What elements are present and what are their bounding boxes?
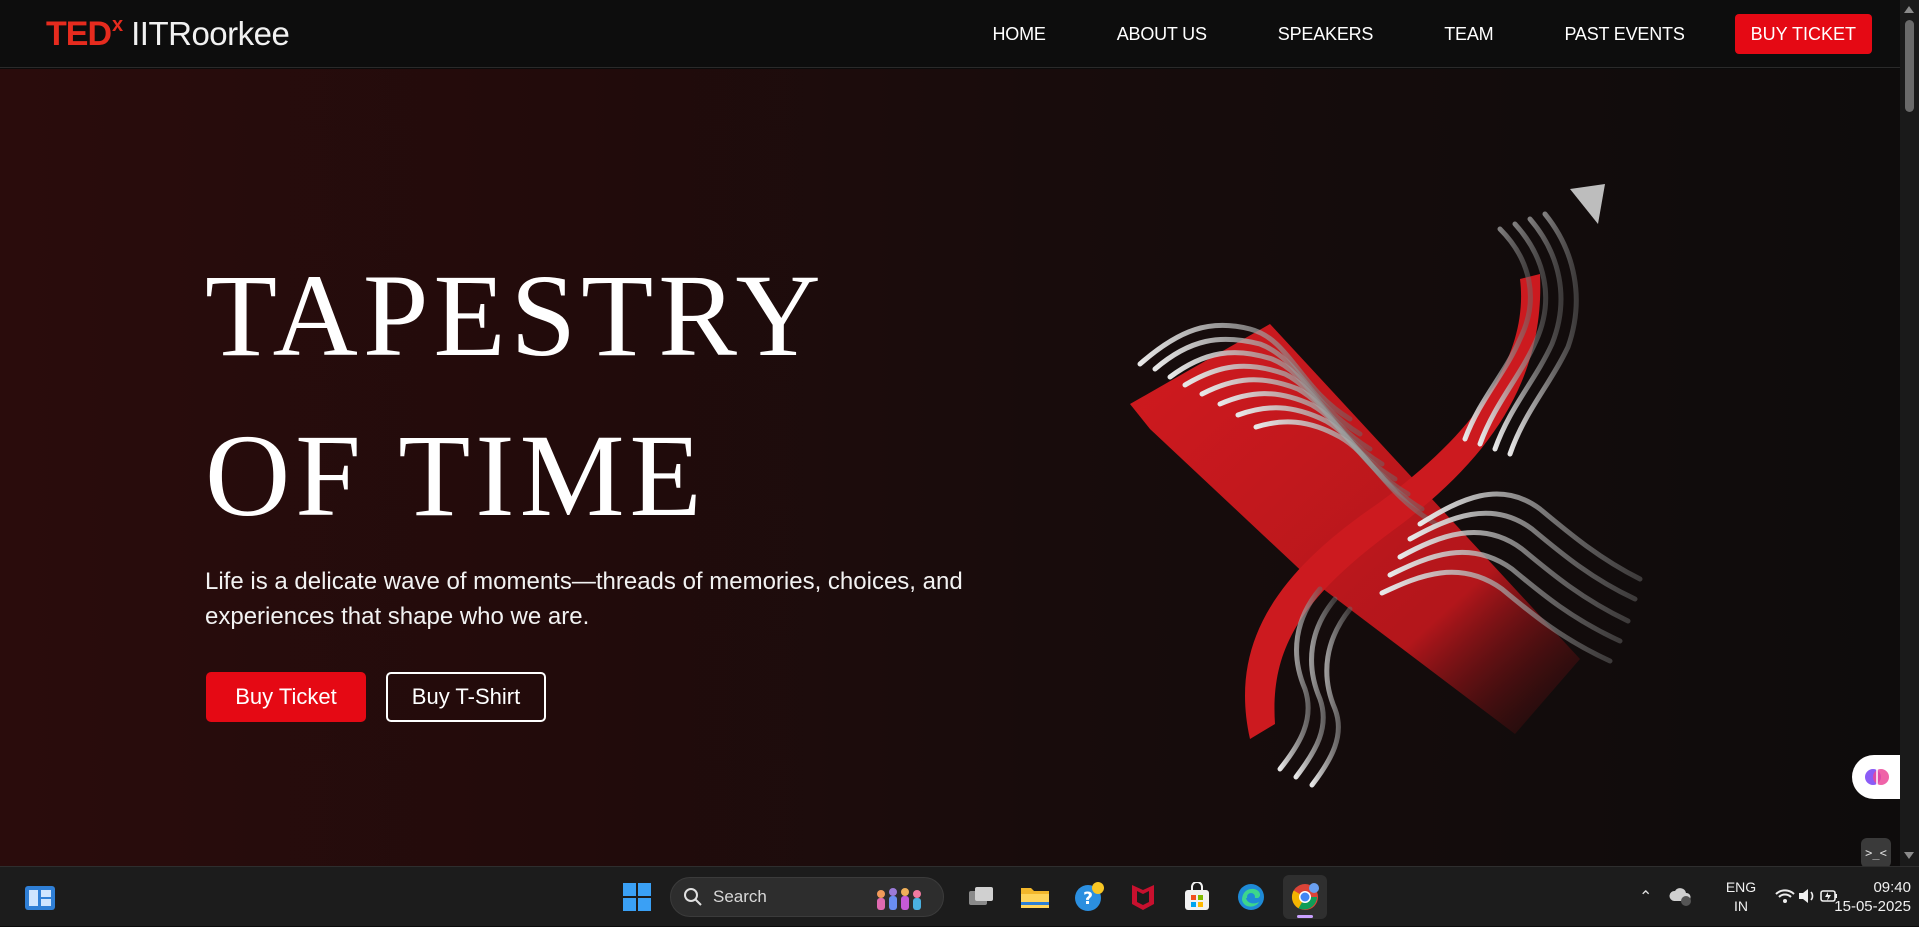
edge-icon[interactable] [1229, 875, 1273, 919]
scroll-down-arrow-icon[interactable] [1904, 852, 1914, 859]
svg-text:?: ? [1083, 889, 1093, 909]
mcafee-icon[interactable] [1121, 875, 1165, 919]
logo-ted: TED [46, 15, 112, 53]
ai-assistant-button[interactable] [1852, 755, 1900, 799]
buy-ticket-button[interactable]: Buy Ticket [206, 672, 366, 722]
clock-time: 09:40 [1873, 879, 1911, 896]
buy-tshirt-button[interactable]: Buy T-Shirt [386, 672, 546, 722]
logo-org: IITRoorkee [131, 15, 290, 52]
x-ribbon-artwork-icon [1130, 184, 1643, 788]
task-view-icon[interactable] [959, 875, 1003, 919]
search-icon [684, 888, 702, 906]
clock-date: 15-05-2025 [1834, 898, 1911, 915]
search-placeholder: Search [713, 887, 767, 906]
file-explorer-icon[interactable] [1013, 875, 1057, 919]
nav-team[interactable]: TEAM [1444, 24, 1493, 45]
language-line1: ENG [1725, 879, 1757, 895]
page-scrollbar[interactable] [1900, 0, 1919, 866]
get-help-icon[interactable]: ? [1067, 875, 1111, 919]
taskbar-center: Search ? [610, 867, 1332, 927]
wifi-icon [1775, 889, 1795, 903]
start-button[interactable] [615, 875, 659, 919]
nav-links: HOME ABOUT US SPEAKERS TEAM PAST EVENTS … [993, 0, 1872, 68]
language-line2: IN [1734, 898, 1748, 914]
top-navbar: TED x IITRoorkee HOME ABOUT US SPEAKERS … [0, 0, 1900, 68]
logo-x: x [112, 14, 124, 36]
volume-icon [1799, 889, 1814, 903]
taskbar-clock[interactable]: 09:40 15-05-2025 [1819, 878, 1911, 916]
nav-buy-ticket-button[interactable]: BUY TICKET [1734, 14, 1872, 54]
nav-speakers[interactable]: SPEAKERS [1278, 24, 1374, 45]
scroll-thumb[interactable] [1905, 20, 1914, 112]
hero-title-line1: TAPESTRY [205, 250, 826, 381]
hero-section: TAPESTRY OF TIME Life is a delicate wave… [0, 69, 1900, 866]
hero-title-line2: OF TIME [205, 410, 707, 541]
widgets-icon[interactable] [24, 885, 56, 911]
hero-description: Life is a delicate wave of moments—threa… [205, 568, 963, 630]
onedrive-sync-icon[interactable] [1669, 885, 1693, 907]
brain-icon [1865, 769, 1889, 785]
nav-home[interactable]: HOME [993, 24, 1046, 45]
scroll-up-arrow-icon[interactable] [1904, 6, 1914, 13]
windows-taskbar: Search ? ⌃ ENG IN 09:40 15-05-2025 [0, 866, 1919, 926]
show-hidden-icons-chevron-icon[interactable]: ⌃ [1639, 887, 1652, 907]
windows-logo-icon [623, 883, 651, 911]
tedx-logo[interactable]: TED x IITRoorkee [46, 14, 290, 54]
nav-past-events[interactable]: PAST EVENTS [1564, 24, 1684, 45]
taskbar-search[interactable]: Search [670, 877, 944, 917]
input-language-indicator[interactable]: ENG IN [1719, 878, 1763, 916]
chrome-icon[interactable] [1283, 875, 1327, 919]
terminal-widget-button[interactable]: >_< [1861, 838, 1891, 866]
microsoft-store-icon[interactable] [1175, 875, 1219, 919]
search-highlight-people-icon [877, 888, 921, 910]
nav-about-us[interactable]: ABOUT US [1117, 24, 1207, 45]
